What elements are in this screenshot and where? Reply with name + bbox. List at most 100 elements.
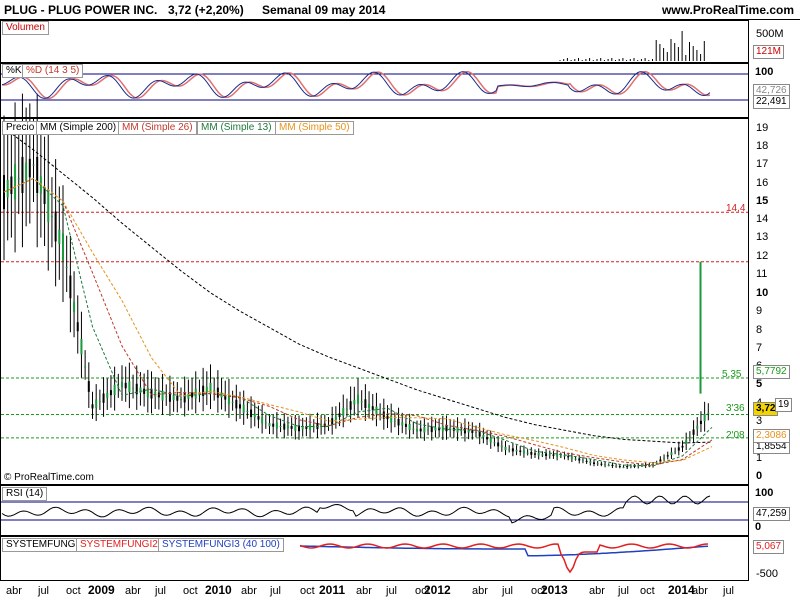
price-candle <box>486 437 489 440</box>
price-candle <box>109 390 112 396</box>
price-candle <box>408 424 411 430</box>
y-tick-7: 7 <box>756 342 763 354</box>
y-tick-3: 3 <box>756 415 763 427</box>
x-label-abr-2014: abr <box>692 585 708 597</box>
price-candle <box>607 465 610 467</box>
x-label-abr-2008: abr <box>6 585 22 597</box>
price-candle <box>677 447 680 451</box>
price-candle <box>393 420 396 422</box>
x-label-oct-2009: oct <box>183 585 198 597</box>
price-candle <box>183 393 186 403</box>
fungi2-line <box>299 543 709 574</box>
legend-sma50: MM (Simple 50) <box>275 121 354 135</box>
stoch-value-k: 22,491 <box>753 95 790 109</box>
y-tick-10: 10 <box>756 287 769 299</box>
price-candle <box>703 414 706 422</box>
price-candle <box>548 454 551 456</box>
price-candle <box>349 401 352 410</box>
y-tick-0: 0 <box>756 470 763 482</box>
level-label-5-35: 5,35 <box>722 369 742 380</box>
price-candle <box>231 401 234 403</box>
price-candle <box>253 413 256 418</box>
fungi-label-2: SYSTEMFUNGI2 <box>76 538 162 552</box>
price-candle <box>500 445 503 448</box>
price-candle <box>692 429 695 435</box>
x-label-abr-2012: abr <box>472 585 488 597</box>
volume-value-box: 121M <box>753 45 785 59</box>
price-candle <box>626 466 629 468</box>
price-candle <box>530 451 533 455</box>
price-candle <box>581 459 584 461</box>
price-candle <box>213 390 216 392</box>
value-box-sma13: 5,7792 <box>753 365 790 379</box>
price-candle <box>471 430 474 433</box>
price-candle <box>54 211 57 242</box>
fungi-label-3: SYSTEMFUNGI3 (40 100) <box>158 538 284 552</box>
price-candle <box>360 401 363 403</box>
price-candle <box>379 412 382 414</box>
y-tick-17: 17 <box>756 158 769 170</box>
x-label-oct-2010: oct <box>300 585 315 597</box>
price-candle <box>191 392 194 398</box>
price-candle <box>696 425 699 429</box>
volume-label: Volumen <box>2 21 49 35</box>
price-candle <box>28 158 31 178</box>
price-candle <box>508 449 511 451</box>
y-tick-18: 18 <box>756 140 769 152</box>
price-candle <box>279 426 282 428</box>
x-label-jul-2012: jul <box>502 585 514 597</box>
price-candle <box>430 426 433 433</box>
price-candle <box>681 445 684 448</box>
price-candle <box>272 423 275 427</box>
price-candle <box>69 275 72 299</box>
level-label-14-4: 14,4 <box>726 203 746 214</box>
ma50-line <box>3 177 713 464</box>
price-candle <box>475 432 477 434</box>
price-candle <box>559 455 562 457</box>
price-candle <box>629 466 632 468</box>
price-candle <box>87 381 90 392</box>
price-candle <box>6 180 9 198</box>
price-candle <box>519 450 522 453</box>
price-candle <box>537 452 540 456</box>
x-label-oct-2013: oct <box>640 585 655 597</box>
x-label-abr-2011: abr <box>356 585 372 597</box>
price-candle <box>176 396 179 401</box>
price-candle <box>364 399 367 408</box>
price-candle <box>58 229 61 244</box>
price-candle <box>482 434 485 438</box>
ma26-line <box>3 177 713 466</box>
price-candle <box>552 454 555 456</box>
price-candle <box>165 396 168 398</box>
x-label-2014: 2014 <box>668 583 695 597</box>
price-candle <box>95 399 98 408</box>
price-candle <box>132 387 135 389</box>
rsi-value-box: 47,259 <box>753 507 790 521</box>
price-candle <box>290 426 293 429</box>
price-candle <box>62 233 64 261</box>
price-candle <box>121 381 123 388</box>
price-candle <box>36 156 39 193</box>
value-box-sma50: 2,3086 <box>753 429 790 443</box>
price-candle <box>21 156 24 193</box>
price-candle <box>674 451 677 453</box>
y-tick-12: 12 <box>756 250 769 262</box>
ma13-line <box>3 177 713 467</box>
price-candle <box>640 465 643 467</box>
price-candle <box>659 459 662 462</box>
x-label-2010: 2010 <box>205 583 232 597</box>
price-candle <box>604 463 607 466</box>
price-candle <box>423 426 426 433</box>
price-candle <box>585 460 588 462</box>
price-candle <box>250 409 253 418</box>
price-candle <box>397 418 400 426</box>
price-candle <box>172 395 175 401</box>
x-label-abr-2010: abr <box>241 585 257 597</box>
price-candle <box>32 164 35 166</box>
price-candle <box>47 189 50 223</box>
volume-tick: 500M <box>756 28 784 40</box>
price-candle <box>419 428 422 432</box>
price-candle <box>578 458 581 461</box>
legend-price: Precio <box>2 121 39 135</box>
price-candle <box>611 464 614 467</box>
